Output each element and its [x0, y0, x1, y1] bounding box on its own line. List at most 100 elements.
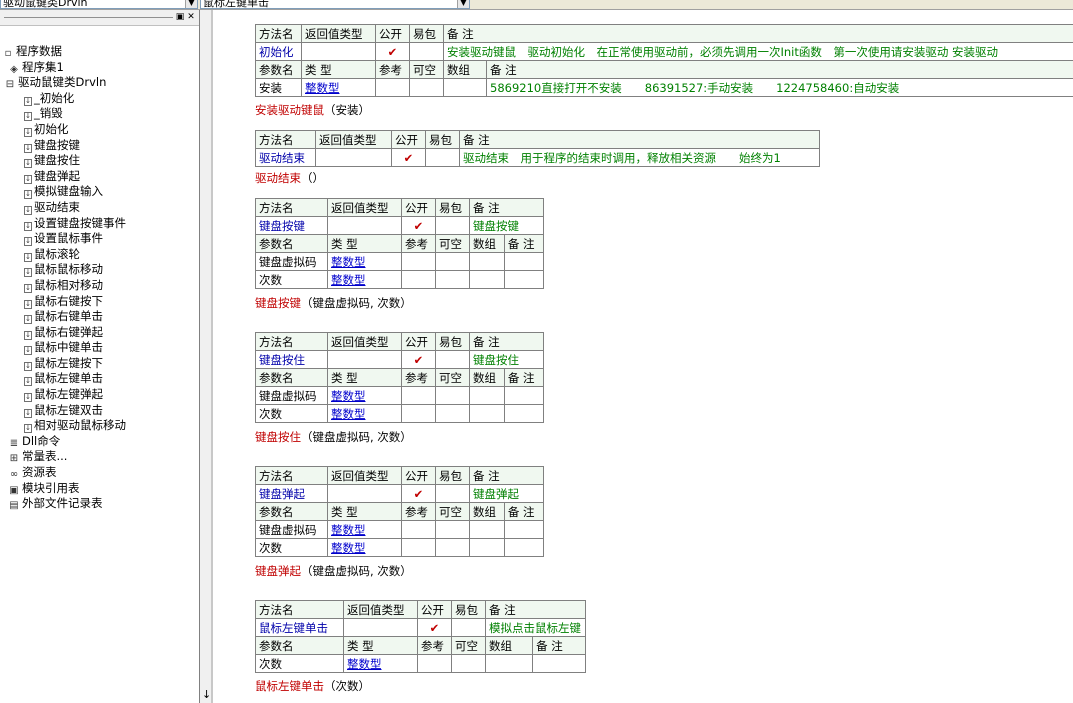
method-name-cell[interactable]: 键盘弹起 [255, 484, 328, 503]
param-row[interactable]: 次数 整数型 [255, 404, 545, 423]
param-array-cell[interactable] [484, 654, 534, 673]
return-type-cell[interactable] [301, 42, 376, 61]
tree-dll-commands[interactable]: ≣ Dll命令 [0, 434, 199, 450]
method-call-line[interactable]: 键盘弹起（键盘虚拟码, 次数） [255, 563, 412, 579]
tree-item-method[interactable]: ↓ 键盘弹起 [0, 169, 199, 185]
param-name-cell[interactable]: 安装 [255, 78, 302, 97]
return-type-cell[interactable] [327, 484, 402, 503]
method-name-cell[interactable]: 初始化 [255, 42, 302, 61]
return-type-cell[interactable] [315, 148, 392, 167]
method-name-cell[interactable]: 键盘按键 [255, 216, 328, 235]
param-name-cell[interactable]: 键盘虚拟码 [255, 520, 328, 539]
chevron-down-icon[interactable]: ▼ [457, 0, 469, 8]
param-array-cell[interactable] [469, 386, 505, 405]
param-type-link[interactable]: 整数型 [327, 270, 402, 289]
param-type-link[interactable]: 整数型 [327, 404, 402, 423]
param-nullable-cell[interactable] [451, 654, 486, 673]
tree-resources[interactable]: ∞ 资源表 [0, 465, 199, 481]
param-row[interactable]: 次数 整数型 [255, 654, 586, 673]
tree-item-method[interactable]: ↓ 键盘按住 [0, 153, 199, 169]
chevron-down-icon[interactable]: ▼ [185, 0, 197, 8]
tree-item-method[interactable]: ↓ 鼠标左键弹起 [0, 387, 199, 403]
param-ref-cell[interactable] [401, 252, 436, 271]
tree-item-method[interactable]: ↓ _销毁 [0, 106, 199, 122]
tree-item-method[interactable]: ↓ 键盘按键 [0, 138, 199, 154]
param-type-link[interactable]: 整数型 [301, 78, 376, 97]
tree-item-method[interactable]: ↓ 鼠标右键弹起 [0, 325, 199, 341]
param-nullable-cell[interactable] [435, 520, 470, 539]
maximize-icon[interactable]: ▣ [175, 12, 185, 22]
param-ref-cell[interactable] [401, 386, 436, 405]
param-row[interactable]: 键盘虚拟码 整数型 [255, 386, 545, 405]
return-type-cell[interactable] [327, 350, 402, 369]
return-type-cell[interactable] [327, 216, 402, 235]
param-row[interactable]: 次数 整数型 [255, 538, 545, 557]
param-array-cell[interactable] [442, 78, 488, 97]
param-ref-cell[interactable] [375, 78, 410, 97]
param-note-cell[interactable] [503, 520, 545, 539]
method-selector[interactable]: 鼠标左键单击 ▼ [200, 0, 470, 9]
param-array-cell[interactable] [469, 520, 505, 539]
public-check-icon[interactable]: ✔ [401, 216, 436, 235]
param-note-cell[interactable] [503, 270, 545, 289]
method-call-line[interactable]: 安装驱动键鼠（安装） [255, 102, 370, 118]
easy-pack-cell[interactable] [435, 350, 470, 369]
param-array-cell[interactable] [469, 252, 505, 271]
tree-item-method[interactable]: ↓ 鼠标中键单击 [0, 340, 199, 356]
param-type-link[interactable]: 整数型 [343, 654, 418, 673]
param-name-cell[interactable]: 次数 [255, 538, 328, 557]
method-note-cell[interactable]: 安装驱动键鼠 驱动初始化 在正常使用驱动前，必须先调用一次Init函数 第一次使… [443, 42, 1073, 61]
param-name-cell[interactable]: 次数 [255, 404, 328, 423]
easy-pack-cell[interactable] [451, 618, 486, 637]
method-call-line[interactable]: 驱动结束（） [255, 170, 324, 186]
param-ref-cell[interactable] [401, 270, 436, 289]
tree-item-method[interactable]: ↓ 相对驱动鼠标移动 [0, 418, 199, 434]
param-row[interactable]: 安装 整数型 5869210直接打开不安装 86391527:手动安装 122475… [255, 78, 1073, 97]
param-row[interactable]: 键盘虚拟码 整数型 [255, 520, 545, 539]
easy-pack-cell[interactable] [435, 484, 470, 503]
param-note-cell[interactable] [503, 404, 545, 423]
param-name-cell[interactable]: 键盘虚拟码 [255, 386, 328, 405]
code-editor[interactable]: 方法名 返回值类型 公开 易包备 注初始化 ✔ 安装驱动键鼠 驱动初始化 在正常使用驱动前… [213, 10, 1073, 703]
param-note-cell[interactable]: 5869210直接打开不安装 86391527:手动安装 1224758460:… [486, 78, 1073, 97]
close-icon[interactable]: ✕ [186, 12, 196, 22]
public-check-icon[interactable]: ✔ [417, 618, 452, 637]
method-note-cell[interactable]: 驱动结束 用于程序的结束时调用，释放相关资源 始终为1 [459, 148, 820, 167]
tree-external-files[interactable]: ▤ 外部文件记录表 [0, 496, 199, 512]
tree-item-method[interactable]: ↓ 鼠标左键按下 [0, 356, 199, 372]
param-nullable-cell[interactable] [435, 404, 470, 423]
param-ref-cell[interactable] [401, 404, 436, 423]
param-name-cell[interactable]: 次数 [255, 654, 344, 673]
method-name-cell[interactable]: 键盘按住 [255, 350, 328, 369]
param-nullable-cell[interactable] [435, 252, 470, 271]
class-selector[interactable]: 驱动鼠键类Drvln ▼ [0, 0, 198, 9]
param-note-cell[interactable] [503, 538, 545, 557]
param-type-link[interactable]: 整数型 [327, 252, 402, 271]
tree-item-method[interactable]: ↓ 设置鼠标事件 [0, 231, 199, 247]
param-row[interactable]: 次数 整数型 [255, 270, 545, 289]
param-note-cell[interactable] [503, 386, 545, 405]
easy-pack-cell[interactable] [425, 148, 460, 167]
tree-module-refs[interactable]: ▣ 模块引用表 [0, 481, 199, 497]
param-nullable-cell[interactable] [409, 78, 444, 97]
param-type-link[interactable]: 整数型 [327, 520, 402, 539]
tree-item-method[interactable]: ↓ 初始化 [0, 122, 199, 138]
tree-item-method[interactable]: ↓ 模拟键盘输入 [0, 184, 199, 200]
param-name-cell[interactable]: 次数 [255, 270, 328, 289]
tree-item-method[interactable]: ↓ 鼠标左键双击 [0, 403, 199, 419]
param-ref-cell[interactable] [417, 654, 452, 673]
method-call-line[interactable]: 鼠标左键单击（次数） [255, 678, 370, 694]
public-check-icon[interactable]: ✔ [401, 350, 436, 369]
public-check-icon[interactable]: ✔ [391, 148, 426, 167]
param-array-cell[interactable] [469, 538, 505, 557]
param-type-link[interactable]: 整数型 [327, 386, 402, 405]
tree-constants[interactable]: ⊞ 常量表... [0, 449, 199, 465]
tree-item-method[interactable]: ↓ 鼠标相对移动 [0, 278, 199, 294]
easy-pack-cell[interactable] [435, 216, 470, 235]
tree-item-method[interactable]: ↓ 鼠标滚轮 [0, 247, 199, 263]
param-array-cell[interactable] [469, 404, 505, 423]
tree-item-method[interactable]: ↓ 设置键盘按键事件 [0, 216, 199, 232]
param-note-cell[interactable] [503, 252, 545, 271]
param-nullable-cell[interactable] [435, 386, 470, 405]
tree-item-method[interactable]: ↓ 鼠标右键按下 [0, 294, 199, 310]
